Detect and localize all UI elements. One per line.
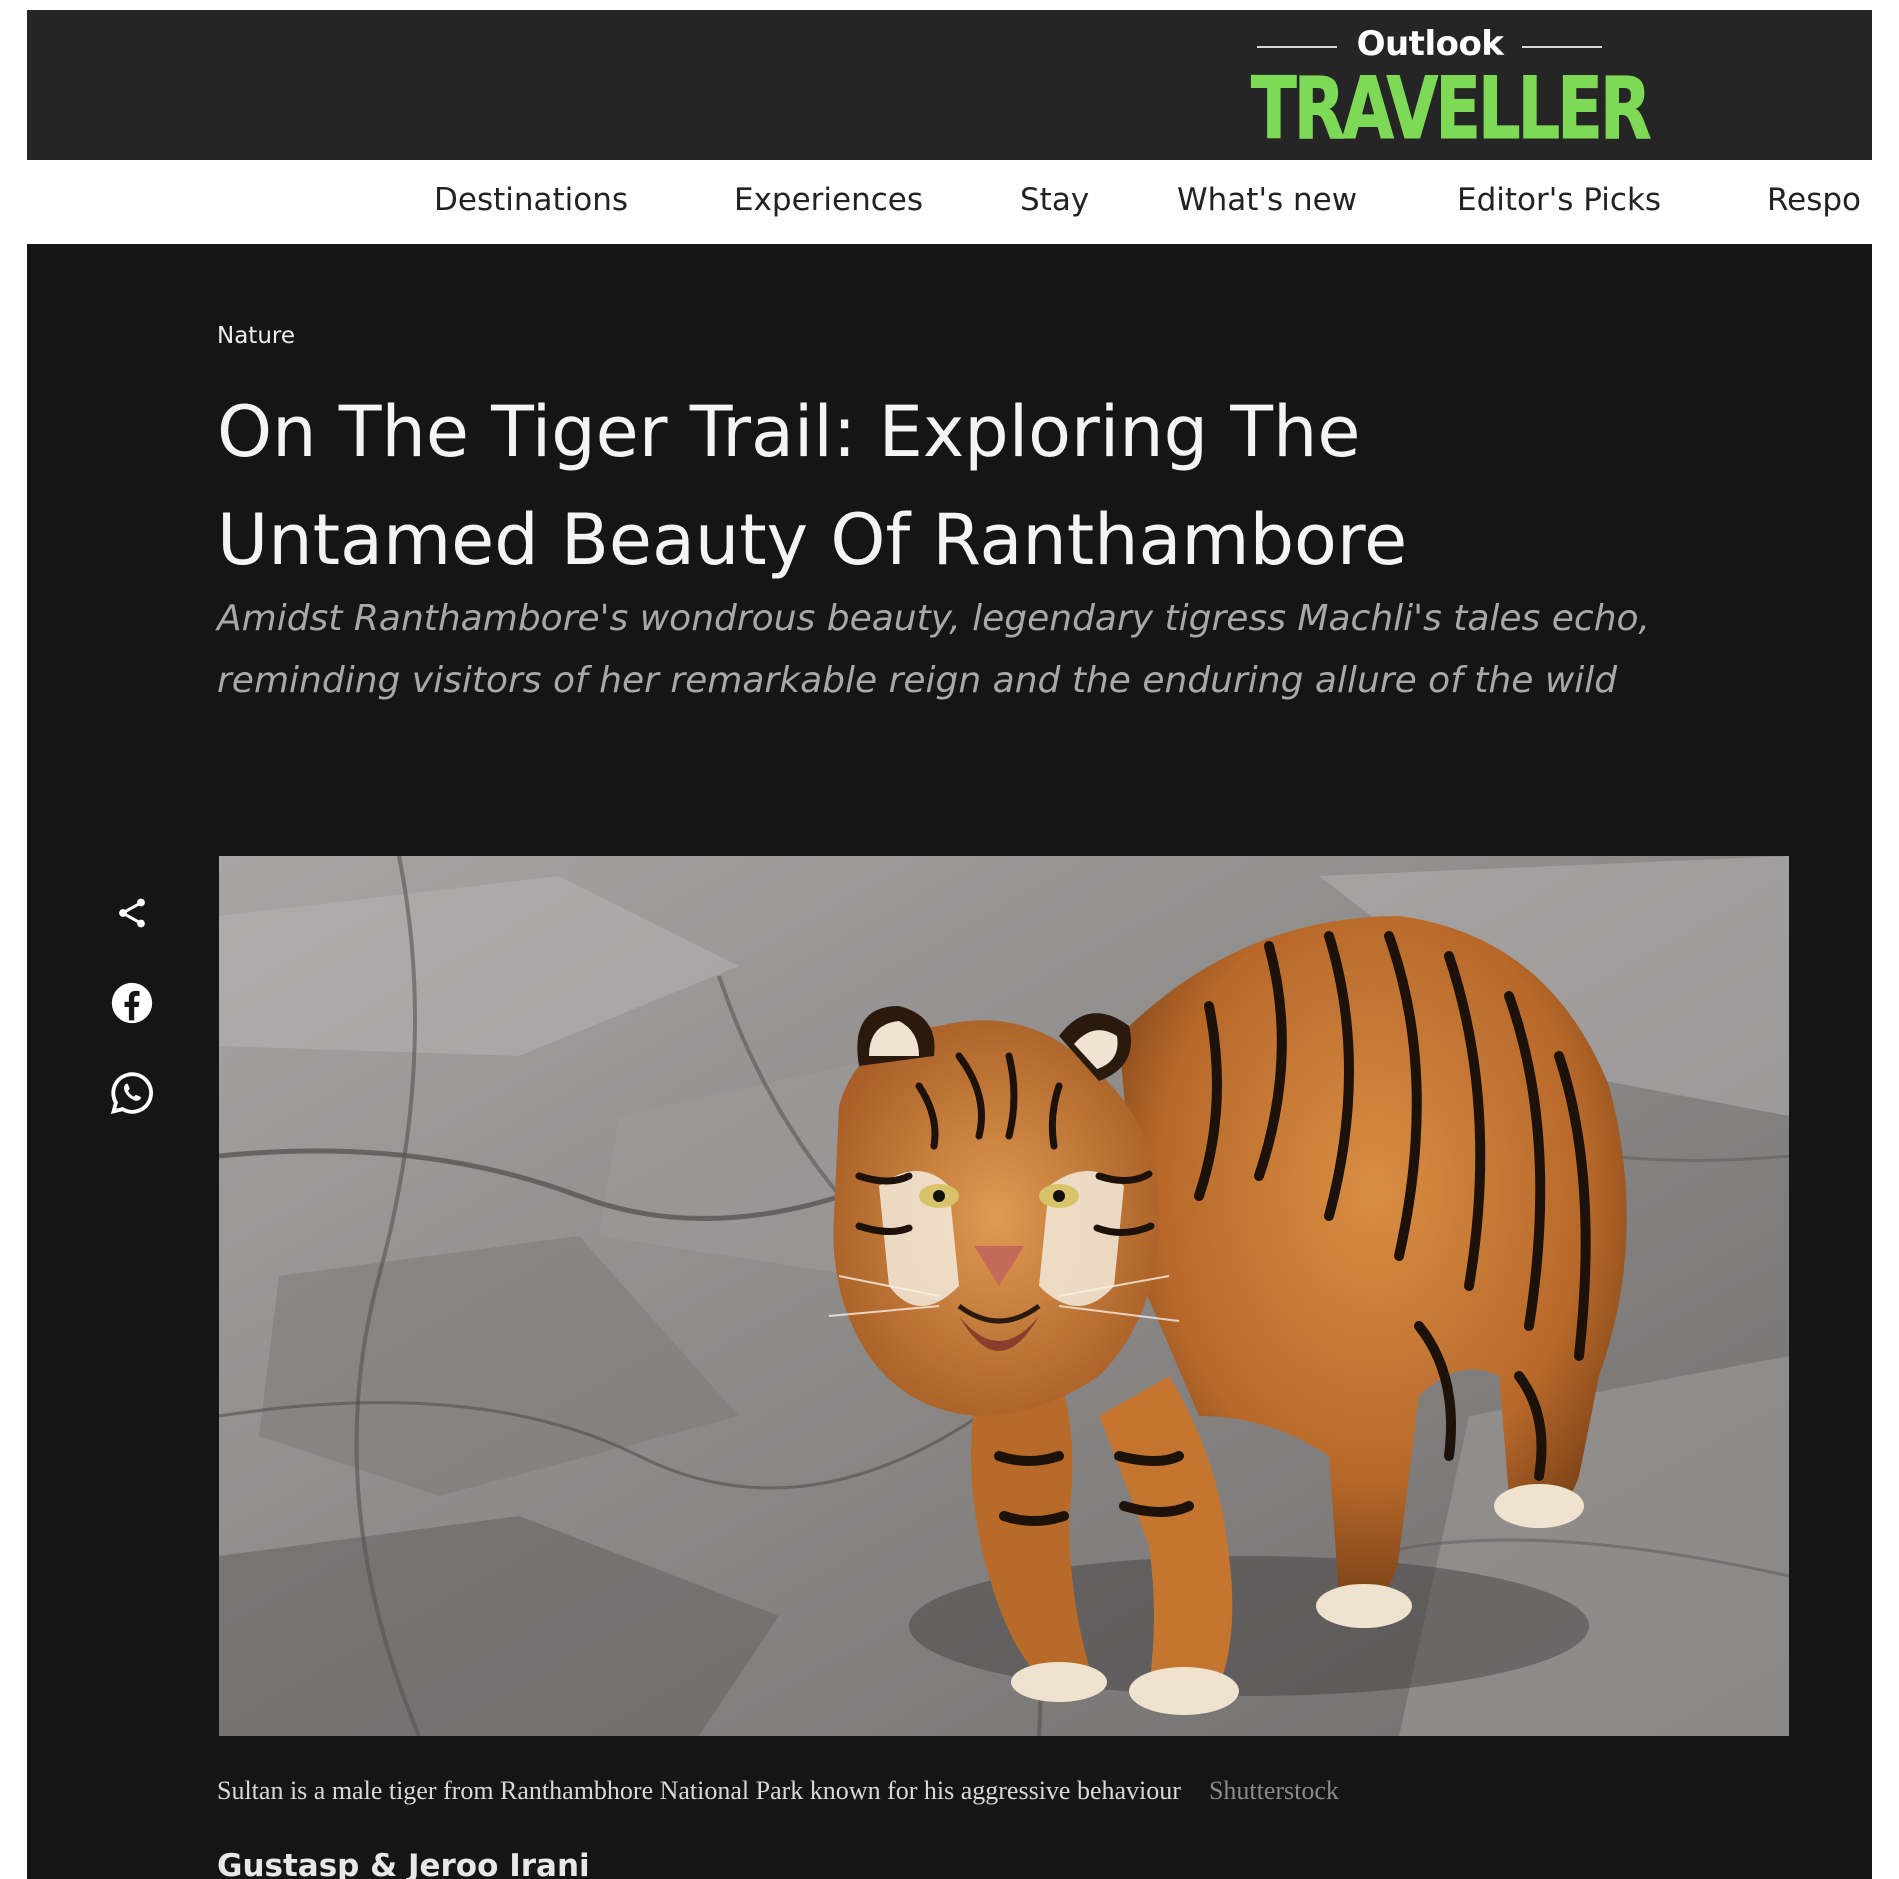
article-page: Outlook TRAVELLER Destinations Experienc… <box>27 10 1872 1879</box>
facebook-share-button[interactable] <box>105 978 159 1032</box>
nav-item-stay[interactable]: Stay <box>1020 182 1089 218</box>
image-caption: Sultan is a male tiger from Ranthambhore… <box>217 1776 1181 1805</box>
nav-item-editors-picks[interactable]: Editor's Picks <box>1457 182 1661 218</box>
article-title: On The Tiger Trail: Exploring The Untame… <box>217 391 1408 581</box>
nav-item-whats-new[interactable]: What's new <box>1177 182 1357 218</box>
logo-rule-left <box>1257 46 1337 48</box>
article-category[interactable]: Nature <box>217 323 295 349</box>
share-icon <box>114 895 150 936</box>
article-standfirst: Amidst Ranthambore's wondrous beauty, le… <box>217 598 1650 701</box>
image-caption-row: Sultan is a male tiger from Ranthambhore… <box>217 1776 1817 1806</box>
tiger-on-rocks-illustration <box>219 856 1789 1736</box>
logo-outlook-text: Outlook <box>1356 24 1504 64</box>
whatsapp-icon <box>109 1070 155 1121</box>
nav-item-responsible[interactable]: Respo <box>1767 182 1861 218</box>
hero-image-tiger[interactable] <box>219 856 1789 1736</box>
nav-item-experiences[interactable]: Experiences <box>734 182 923 218</box>
facebook-icon <box>110 981 154 1030</box>
logo-traveller-text: TRAVELLER <box>1251 59 1652 159</box>
main-nav: Destinations Experiences Stay What's new… <box>27 160 1872 244</box>
article-byline[interactable]: Gustasp & Jeroo Irani <box>217 1848 590 1879</box>
share-button[interactable] <box>105 888 159 942</box>
whatsapp-share-button[interactable] <box>105 1068 159 1122</box>
share-rail <box>105 888 159 1158</box>
nav-item-destinations[interactable]: Destinations <box>434 182 628 218</box>
site-header: Outlook TRAVELLER <box>27 10 1872 160</box>
image-credit: Shutterstock <box>1208 1776 1339 1805</box>
outlook-traveller-logo[interactable]: Outlook TRAVELLER <box>1237 22 1652 153</box>
logo-rule-right <box>1522 46 1602 48</box>
